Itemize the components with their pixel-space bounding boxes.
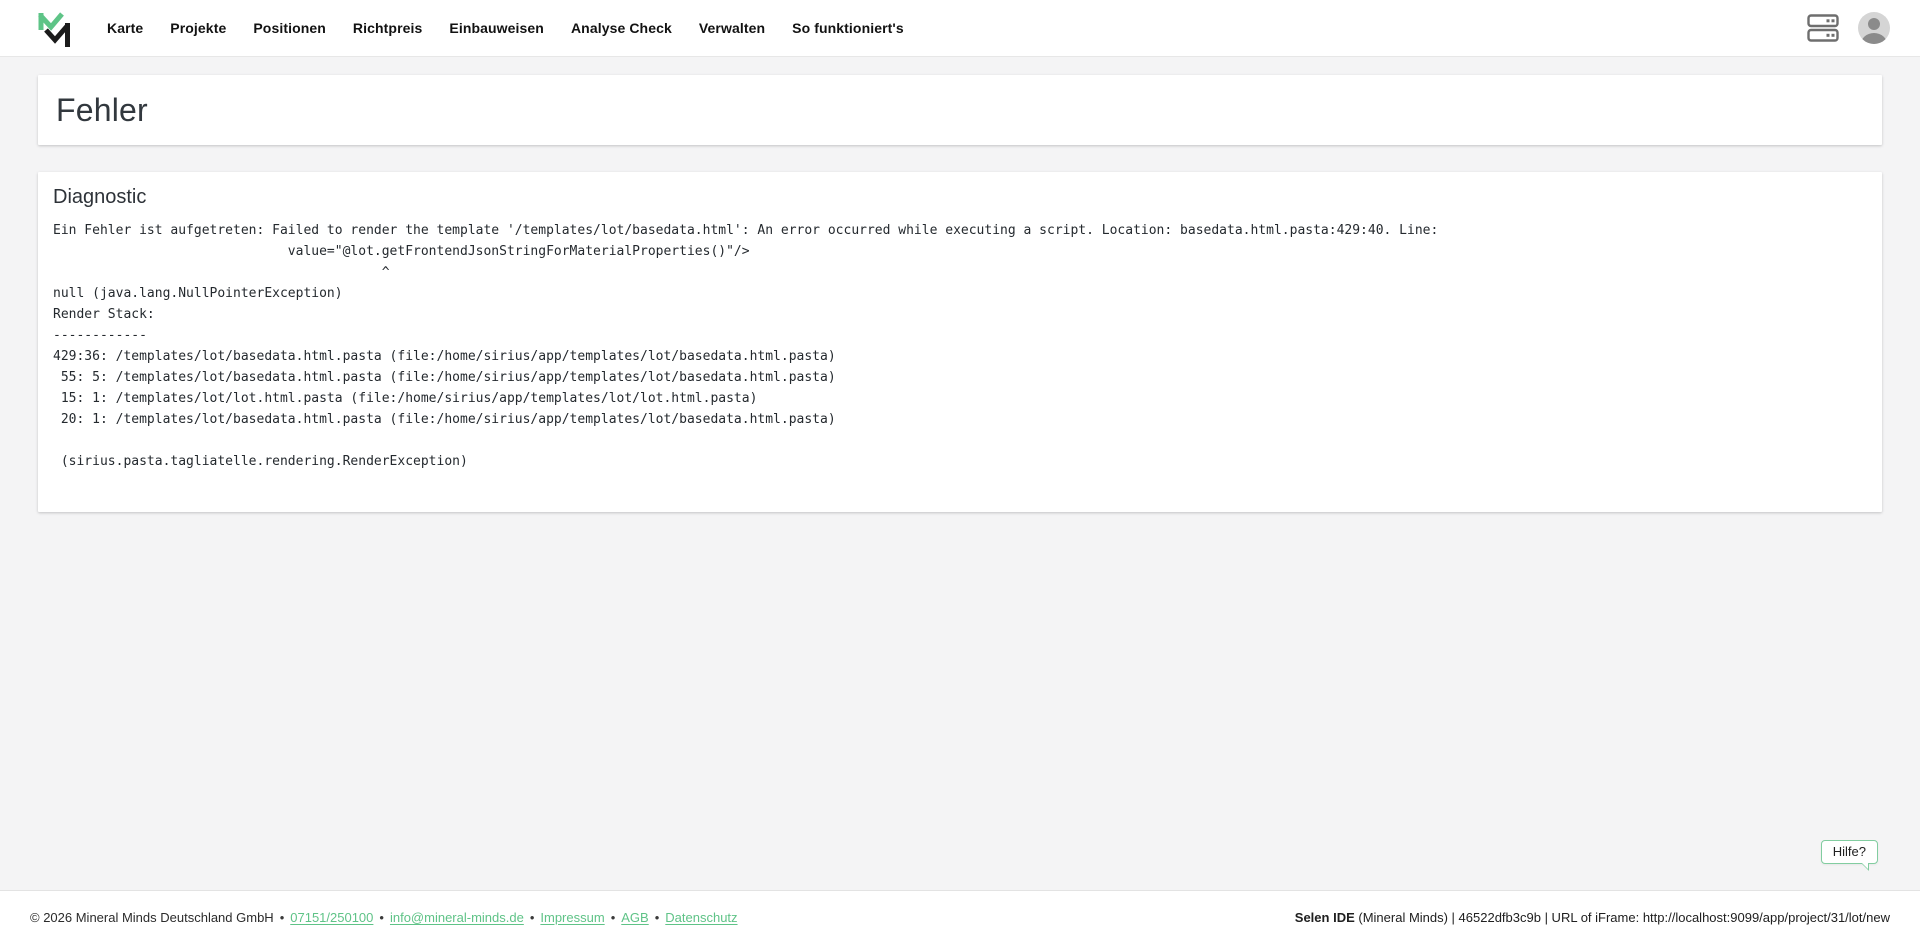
mineral-minds-logo-icon[interactable] <box>36 9 74 49</box>
footer-datenschutz-link[interactable]: Datenschutz <box>665 910 737 925</box>
footer-copyright: © 2026 Mineral Minds Deutschland GmbH <box>30 910 274 925</box>
help-button[interactable]: Hilfe? <box>1821 840 1878 864</box>
user-avatar-icon[interactable] <box>1856 10 1892 46</box>
footer-ide-info: Selen IDE (Mineral Minds) | 46522dfb3c9b… <box>1295 910 1890 925</box>
footer-legal: © 2026 Mineral Minds Deutschland GmbH • … <box>30 910 738 925</box>
footer-separator: • <box>280 910 285 925</box>
nav-item-verwalten[interactable]: Verwalten <box>699 20 765 36</box>
main-navigation: Karte Projekte Positionen Richtpreis Ein… <box>107 20 904 36</box>
nav-item-richtpreis[interactable]: Richtpreis <box>353 20 422 36</box>
page-title-card: Fehler <box>38 75 1882 145</box>
nav-item-projekte[interactable]: Projekte <box>170 20 226 36</box>
footer-separator: • <box>655 910 660 925</box>
nav-item-positionen[interactable]: Positionen <box>253 20 326 36</box>
nav-right-actions <box>1807 10 1892 46</box>
footer-impressum-link[interactable]: Impressum <box>540 910 604 925</box>
page-title: Fehler <box>56 92 148 129</box>
nav-item-einbauweisen[interactable]: Einbauweisen <box>449 20 544 36</box>
nav-item-analyse-check[interactable]: Analyse Check <box>571 20 672 36</box>
server-stack-icon[interactable] <box>1807 14 1840 42</box>
main-content: Fehler Diagnostic Ein Fehler ist aufgetr… <box>0 57 1920 890</box>
footer-email-link[interactable]: info@mineral-minds.de <box>390 910 524 925</box>
footer-phone-link[interactable]: 07151/250100 <box>290 910 373 925</box>
footer-ide-details: (Mineral Minds) | 46522dfb3c9b | URL of … <box>1358 910 1890 925</box>
page-footer: © 2026 Mineral Minds Deutschland GmbH • … <box>0 890 1920 943</box>
footer-agb-link[interactable]: AGB <box>621 910 648 925</box>
footer-ide-label: Selen IDE <box>1295 910 1355 925</box>
nav-item-so-funktionierts[interactable]: So funktioniert's <box>792 20 904 36</box>
footer-separator: • <box>379 910 384 925</box>
top-nav: Karte Projekte Positionen Richtpreis Ein… <box>0 0 1920 57</box>
footer-separator: • <box>530 910 535 925</box>
help-button-label: Hilfe? <box>1833 844 1866 859</box>
footer-separator: • <box>611 910 616 925</box>
diagnostic-card: Diagnostic Ein Fehler ist aufgetreten: F… <box>38 172 1882 512</box>
diagnostic-heading: Diagnostic <box>53 186 1866 209</box>
diagnostic-stacktrace: Ein Fehler ist aufgetreten: Failed to re… <box>53 220 1866 472</box>
nav-item-karte[interactable]: Karte <box>107 20 143 36</box>
